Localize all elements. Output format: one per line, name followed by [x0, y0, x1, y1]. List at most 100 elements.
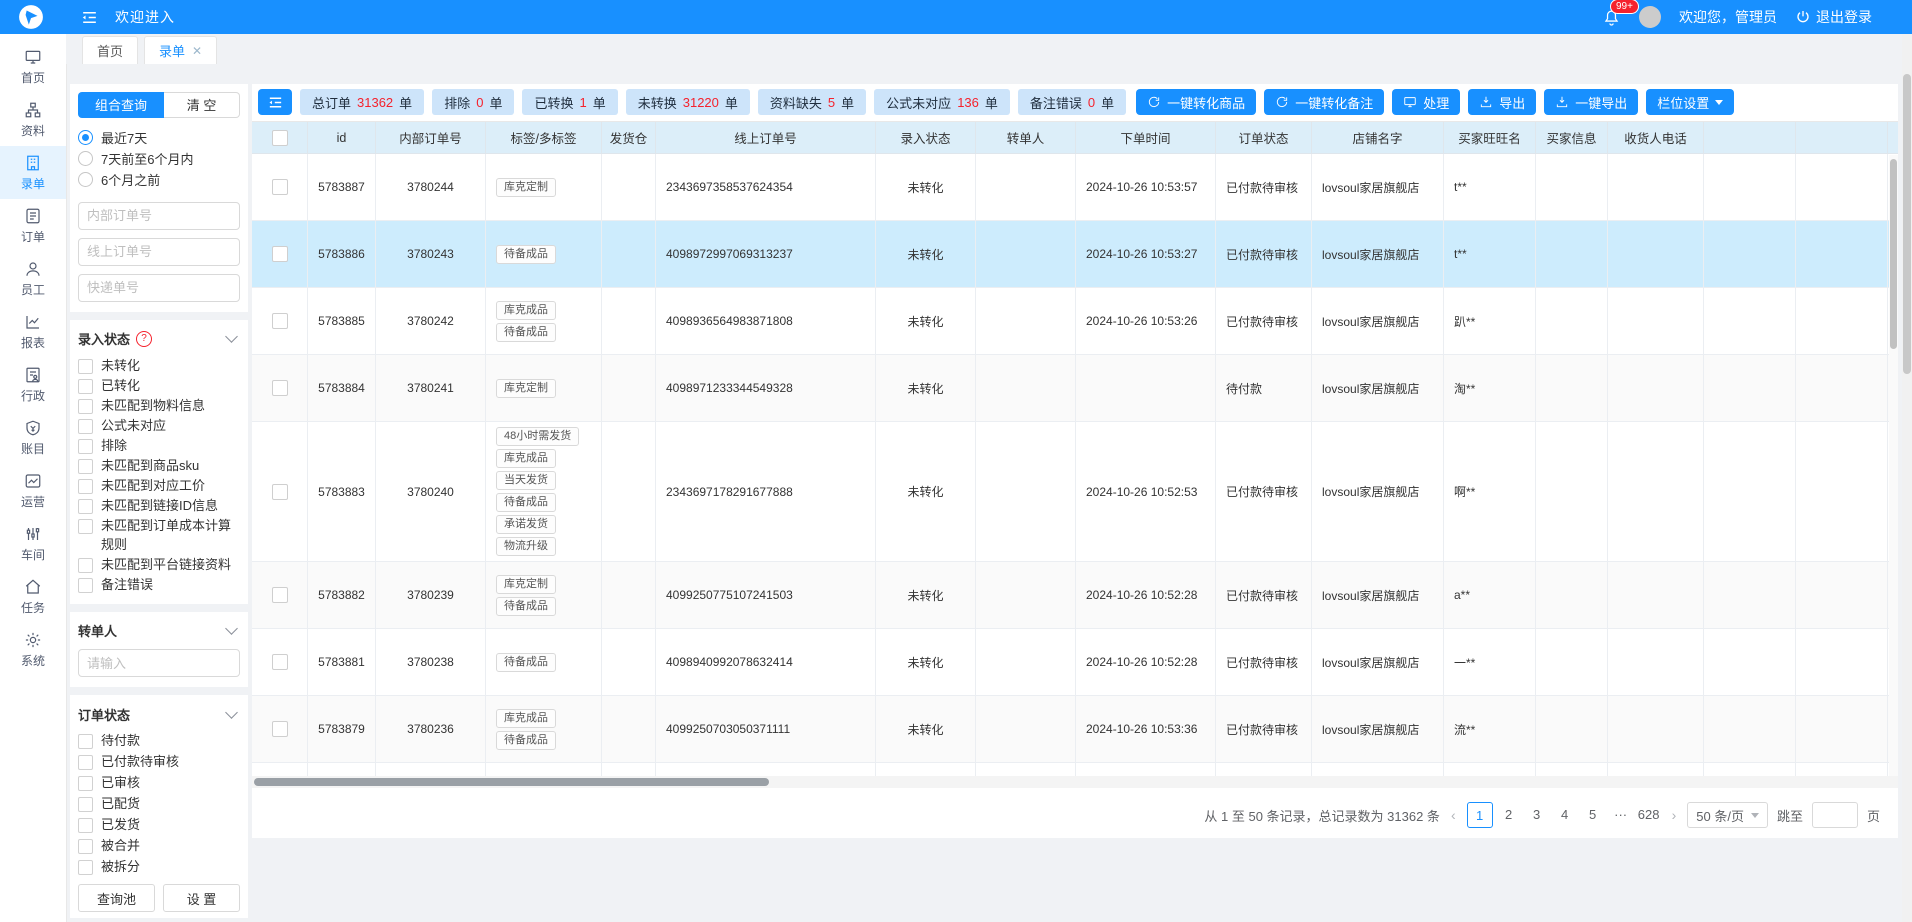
radio-icon[interactable]: [78, 172, 93, 187]
table-row[interactable]: 57838853780242库克成品待备成品409893656498387180…: [252, 288, 1898, 355]
page-number-1[interactable]: 1: [1467, 802, 1493, 828]
table-row[interactable]: 57838813780238待备成品4098940992078632414未转化…: [252, 629, 1898, 696]
filter-toggle-button[interactable]: [258, 89, 292, 115]
logout-button[interactable]: 退出登录: [1795, 7, 1872, 27]
entry-status-未匹配到链接ID信息[interactable]: 未匹配到链接ID信息: [78, 496, 240, 515]
transfer-person-input[interactable]: [78, 649, 240, 677]
checkbox-icon[interactable]: [78, 578, 93, 593]
order-status-待付款[interactable]: 待付款: [78, 731, 240, 750]
checkbox-icon[interactable]: [78, 734, 93, 749]
radio-icon[interactable]: [78, 130, 93, 145]
row-checkbox[interactable]: [272, 654, 288, 670]
checkbox-icon[interactable]: [78, 755, 93, 770]
next-page-icon[interactable]: ›: [1670, 807, 1679, 823]
tab-录单[interactable]: 录单✕: [144, 36, 217, 64]
checkbox-icon[interactable]: [78, 419, 93, 434]
menu-collapse-icon[interactable]: [80, 8, 99, 27]
table-row[interactable]: 57838793780236库克成品待备成品409925070305037111…: [252, 696, 1898, 763]
page-number-3[interactable]: 3: [1525, 802, 1549, 826]
user-avatar[interactable]: [1639, 6, 1661, 28]
order-status-已审核[interactable]: 已审核: [78, 773, 240, 792]
page-number-628[interactable]: 628: [1637, 802, 1661, 826]
order-status-已配货[interactable]: 已配货: [78, 794, 240, 813]
sidebar-item-行政[interactable]: 行政: [0, 358, 66, 411]
table-row[interactable]: 5783883378024048小时需发货库克成品当天发货待备成品承诺发货物流升…: [252, 422, 1898, 562]
checkbox-icon[interactable]: [78, 776, 93, 791]
radio-icon[interactable]: [78, 151, 93, 166]
filter-input-快递单号[interactable]: [78, 274, 240, 302]
scrollbar-thumb[interactable]: [1903, 74, 1911, 374]
close-icon[interactable]: ✕: [192, 44, 202, 58]
checkbox-icon[interactable]: [78, 459, 93, 474]
row-checkbox[interactable]: [272, 179, 288, 195]
table-row[interactable]: 57838863780243待备成品4098972997069313237未转化…: [252, 221, 1898, 288]
table-row[interactable]: 57838783780235库克定制4099250701355731148未转化…: [252, 763, 1898, 776]
checkbox-icon[interactable]: [78, 818, 93, 833]
sidebar-item-录单[interactable]: 录单: [0, 146, 66, 199]
checkbox-icon[interactable]: [78, 839, 93, 854]
prev-page-icon[interactable]: ‹: [1449, 807, 1458, 823]
entry-status-公式未对应[interactable]: 公式未对应: [78, 416, 240, 435]
filter-footer-button-设置[interactable]: 设 置: [163, 884, 240, 912]
row-checkbox[interactable]: [272, 484, 288, 500]
action-button-导出[interactable]: 导出: [1468, 89, 1536, 115]
order-status-被拆分[interactable]: 被拆分: [78, 857, 240, 876]
entry-status-未转化[interactable]: 未转化: [78, 356, 240, 375]
action-button-栏位设置[interactable]: 栏位设置: [1646, 89, 1734, 115]
filter-footer-button-查询池[interactable]: 查询池: [78, 884, 155, 912]
sidebar-item-运营[interactable]: 运营: [0, 464, 66, 517]
window-scrollbar[interactable]: [1902, 34, 1912, 922]
table-row[interactable]: 57838843780241库克定制4098971233344549328未转化…: [252, 355, 1898, 422]
page-number-4[interactable]: 4: [1553, 802, 1577, 826]
chevron-down-icon[interactable]: [225, 706, 238, 719]
row-checkbox[interactable]: [272, 313, 288, 329]
entry-status-已转化[interactable]: 已转化: [78, 376, 240, 395]
row-checkbox[interactable]: [272, 587, 288, 603]
table-vertical-scrollbar[interactable]: [1889, 155, 1898, 776]
row-checkbox[interactable]: [272, 380, 288, 396]
date-option-6个月之前[interactable]: 6个月之前: [78, 170, 240, 190]
page-number-5[interactable]: 5: [1581, 802, 1605, 826]
filter-input-线上订单号[interactable]: [78, 238, 240, 266]
checkbox-icon[interactable]: [78, 519, 93, 534]
jump-page-input[interactable]: [1812, 802, 1858, 828]
clear-button[interactable]: 清 空: [164, 92, 240, 118]
chevron-down-icon[interactable]: [225, 330, 238, 343]
sidebar-item-报表[interactable]: 报表: [0, 305, 66, 358]
sidebar-item-系统[interactable]: 系统: [0, 623, 66, 676]
order-status-被合并[interactable]: 被合并: [78, 836, 240, 855]
page-size-select[interactable]: 50 条/页: [1687, 802, 1768, 828]
table-horizontal-scrollbar[interactable]: [252, 776, 1898, 788]
row-checkbox[interactable]: [272, 246, 288, 262]
entry-status-未匹配到物料信息[interactable]: 未匹配到物料信息: [78, 396, 240, 415]
tab-首页[interactable]: 首页: [82, 36, 138, 64]
row-checkbox[interactable]: [272, 721, 288, 737]
sidebar-item-订单[interactable]: 订单: [0, 199, 66, 252]
entry-status-未匹配到订单成本计算规则[interactable]: 未匹配到订单成本计算规则: [78, 516, 240, 554]
checkbox-icon[interactable]: [78, 479, 93, 494]
checkbox-icon[interactable]: [78, 359, 93, 374]
entry-status-未匹配到对应工价[interactable]: 未匹配到对应工价: [78, 476, 240, 495]
scrollbar-thumb[interactable]: [1890, 159, 1897, 349]
sidebar-item-账目[interactable]: 账目: [0, 411, 66, 464]
entry-status-未匹配到商品sku[interactable]: 未匹配到商品sku: [78, 456, 240, 475]
help-icon[interactable]: ?: [136, 331, 152, 347]
entry-status-未匹配到平台链接资料[interactable]: 未匹配到平台链接资料: [78, 555, 240, 574]
checkbox-icon[interactable]: [78, 399, 93, 414]
select-all-checkbox[interactable]: [272, 130, 288, 146]
action-button-处理[interactable]: 处理: [1392, 89, 1460, 115]
sidebar-item-资料[interactable]: 资料: [0, 93, 66, 146]
order-status-已付款待审核[interactable]: 已付款待审核: [78, 752, 240, 771]
action-button-一键导出[interactable]: 一键导出: [1544, 89, 1638, 115]
checkbox-icon[interactable]: [78, 379, 93, 394]
sidebar-item-任务[interactable]: 任务: [0, 570, 66, 623]
order-status-已发货[interactable]: 已发货: [78, 815, 240, 834]
entry-status-排除[interactable]: 排除: [78, 436, 240, 455]
checkbox-icon[interactable]: [78, 558, 93, 573]
page-number-2[interactable]: 2: [1497, 802, 1521, 826]
date-option-最近7天[interactable]: 最近7天: [78, 128, 240, 148]
checkbox-icon[interactable]: [78, 439, 93, 454]
action-button-一键转化备注[interactable]: 一键转化备注: [1264, 89, 1384, 115]
checkbox-icon[interactable]: [78, 860, 93, 875]
scrollbar-thumb[interactable]: [254, 778, 769, 786]
